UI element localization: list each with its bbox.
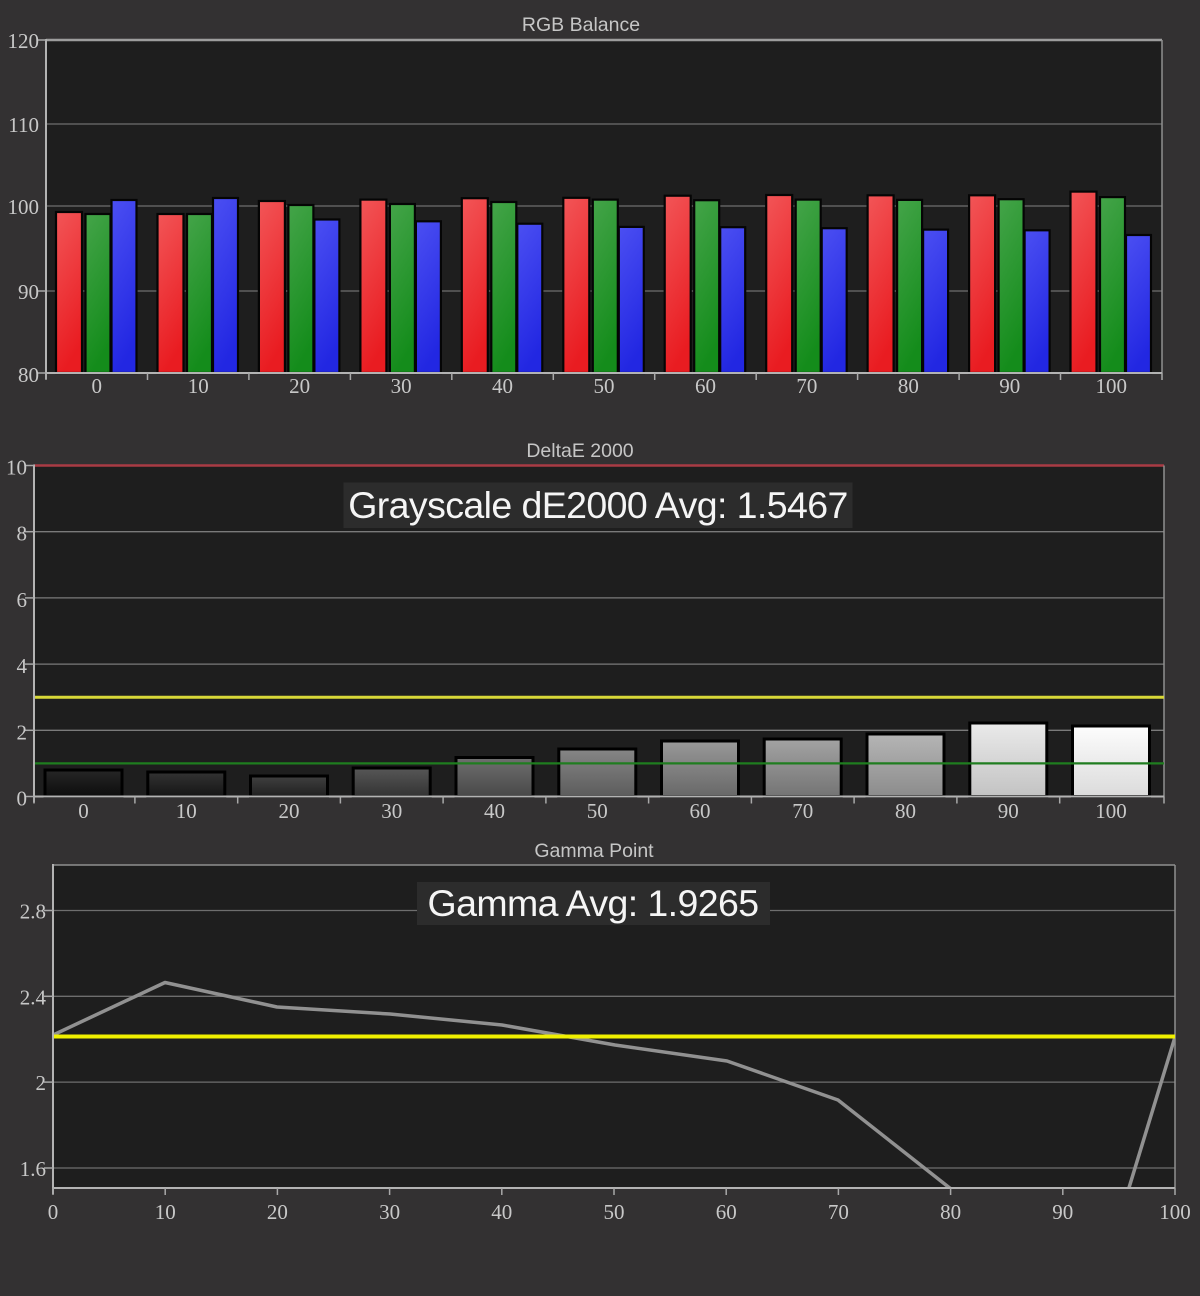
svg-text:70: 70 — [796, 374, 817, 398]
svg-text:50: 50 — [594, 374, 615, 398]
svg-text:100: 100 — [1096, 374, 1128, 398]
svg-text:Gamma Avg: 1.9265: Gamma Avg: 1.9265 — [428, 882, 759, 924]
svg-text:90: 90 — [18, 280, 39, 304]
svg-text:40: 40 — [491, 1200, 512, 1224]
svg-text:Grayscale dE2000 Avg: 1.5467: Grayscale dE2000 Avg: 1.5467 — [348, 484, 848, 526]
svg-text:100: 100 — [1095, 799, 1127, 823]
svg-text:70: 70 — [792, 799, 813, 823]
svg-text:80: 80 — [940, 1200, 961, 1224]
svg-text:90: 90 — [998, 799, 1019, 823]
svg-text:20: 20 — [289, 374, 310, 398]
svg-text:60: 60 — [695, 374, 716, 398]
svg-text:8: 8 — [17, 522, 28, 546]
svg-text:DeltaE 2000: DeltaE 2000 — [526, 440, 633, 462]
svg-text:1.6: 1.6 — [20, 1157, 46, 1181]
svg-text:10: 10 — [188, 374, 209, 398]
svg-text:80: 80 — [18, 363, 39, 387]
svg-text:Gamma Point: Gamma Point — [534, 840, 654, 862]
svg-text:4: 4 — [17, 654, 28, 678]
svg-text:10: 10 — [176, 799, 197, 823]
svg-text:70: 70 — [828, 1200, 849, 1224]
svg-text:0: 0 — [78, 799, 89, 823]
svg-text:60: 60 — [690, 799, 711, 823]
svg-text:10: 10 — [6, 456, 27, 480]
svg-text:RGB Balance: RGB Balance — [522, 14, 640, 36]
svg-text:90: 90 — [1052, 1200, 1073, 1224]
svg-text:2.4: 2.4 — [20, 985, 47, 1009]
svg-text:60: 60 — [716, 1200, 737, 1224]
svg-text:40: 40 — [484, 799, 505, 823]
svg-text:30: 30 — [391, 374, 412, 398]
svg-text:40: 40 — [492, 374, 513, 398]
svg-text:30: 30 — [379, 1200, 400, 1224]
svg-text:100: 100 — [8, 195, 40, 219]
svg-text:2: 2 — [17, 720, 28, 744]
svg-text:80: 80 — [898, 374, 919, 398]
svg-text:0: 0 — [91, 374, 102, 398]
svg-text:0: 0 — [48, 1200, 59, 1224]
svg-text:2: 2 — [36, 1071, 47, 1095]
svg-text:30: 30 — [381, 799, 402, 823]
svg-text:2.8: 2.8 — [20, 900, 46, 924]
svg-text:20: 20 — [279, 799, 300, 823]
svg-text:0: 0 — [17, 787, 28, 811]
svg-text:50: 50 — [587, 799, 608, 823]
svg-text:50: 50 — [604, 1200, 625, 1224]
svg-text:10: 10 — [155, 1200, 176, 1224]
svg-text:100: 100 — [1159, 1200, 1191, 1224]
svg-text:80: 80 — [895, 799, 916, 823]
svg-text:6: 6 — [17, 588, 28, 612]
svg-text:90: 90 — [999, 374, 1020, 398]
svg-text:110: 110 — [8, 113, 39, 137]
svg-text:20: 20 — [267, 1200, 288, 1224]
svg-text:120: 120 — [8, 29, 40, 53]
